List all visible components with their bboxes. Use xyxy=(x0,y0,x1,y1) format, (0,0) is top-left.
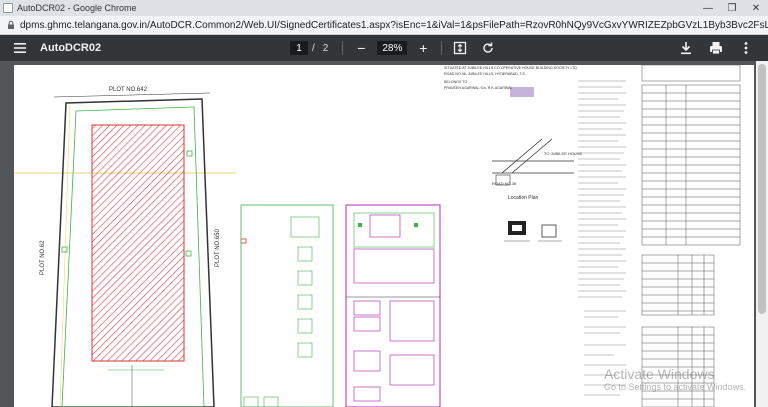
marker-top xyxy=(186,150,193,157)
site-plan xyxy=(14,92,247,407)
marker-right xyxy=(185,250,192,257)
header-line-2: ROAD NO.36, JUBILEE HILLS, HYDERABAD, T.… xyxy=(444,72,526,76)
header-line-3: BELONGS TO xyxy=(444,80,467,84)
marker-left xyxy=(61,246,68,253)
minimize-button[interactable]: — xyxy=(696,0,720,16)
location-plan-label: Location Plan xyxy=(508,195,539,201)
maximize-button[interactable]: ❐ xyxy=(720,0,744,16)
plot-top-label: PLOT NO.642 xyxy=(109,87,148,93)
print-icon[interactable] xyxy=(708,40,724,56)
area-tables xyxy=(641,65,741,407)
document-title: AutoDCR02 xyxy=(40,42,102,54)
yellow-setback-line xyxy=(59,104,71,407)
toolbar-divider-2 xyxy=(441,41,443,55)
watermark-line-1: Activate Windows xyxy=(604,366,715,382)
pdf-page: PLOT NO.642 PLOT NO.62 PLOT NO.650 SITUA… xyxy=(14,65,754,407)
floor-plan xyxy=(345,204,441,407)
drawing-canvas: PLOT NO.642 PLOT NO.62 PLOT NO.650 SITUA… xyxy=(14,65,741,407)
plot-left-label: PLOT NO.62 xyxy=(40,240,46,275)
plot-right-label: PLOT NO.650 xyxy=(215,228,221,267)
address-bar[interactable]: dpms.ghmc.telangana.gov.in/AutoDCR.Commo… xyxy=(0,16,768,35)
page-number-input[interactable]: 1 xyxy=(290,41,308,55)
page-separator: / xyxy=(312,42,315,54)
zoom-out-button[interactable]: − xyxy=(353,40,369,56)
download-icon[interactable] xyxy=(678,40,694,56)
close-button[interactable]: ✕ xyxy=(744,0,768,16)
title-block: SITUATED AT JUBILEE HILLS CO-OPERATIVE H… xyxy=(444,66,578,90)
windows-activation-watermark: Activate Windows Go to Settings to activ… xyxy=(604,366,746,392)
header-line-1: SITUATED AT JUBILEE HILLS CO-OPERATIVE H… xyxy=(444,66,578,70)
rotate-icon[interactable] xyxy=(480,40,496,56)
total-pages: 2 xyxy=(322,42,329,54)
road-label: TO JUBILEE HOUSE xyxy=(544,151,582,156)
elevation-drawing xyxy=(240,204,334,407)
window-title-bar: AutoDCR02 - Google Chrome — ❐ ✕ xyxy=(0,0,768,16)
watermark-line-2: Go to Settings to activate Windows. xyxy=(604,382,747,392)
zoom-in-button[interactable]: + xyxy=(415,40,431,56)
scrollbar-thumb[interactable] xyxy=(758,64,766,314)
fit-page-icon[interactable] xyxy=(452,40,468,56)
window-title: AutoDCR02 - Google Chrome xyxy=(17,3,137,13)
chrome-app-icon xyxy=(3,3,13,13)
header-line-4: PRAVEEN AGARWAL S/o. R.K.AGARWAL xyxy=(444,86,513,90)
key-plan-icons xyxy=(504,221,562,242)
notes-column xyxy=(578,80,626,396)
pdf-viewer[interactable]: PLOT NO.642 PLOT NO.62 PLOT NO.650 SITUA… xyxy=(0,61,768,407)
road-label-2: ROAD NO.36 xyxy=(492,181,517,186)
menu-icon[interactable] xyxy=(12,40,28,56)
toolbar-divider xyxy=(342,41,344,55)
url-text[interactable]: dpms.ghmc.telangana.gov.in/AutoDCR.Commo… xyxy=(20,20,768,31)
building-footprint xyxy=(91,124,185,362)
pdf-toolbar: AutoDCR02 1 / 2 − 28% + xyxy=(0,35,768,61)
location-plan xyxy=(492,87,574,186)
zoom-level-input[interactable]: 28% xyxy=(377,41,408,55)
more-options-icon[interactable] xyxy=(738,40,754,56)
lock-icon[interactable] xyxy=(6,20,16,30)
